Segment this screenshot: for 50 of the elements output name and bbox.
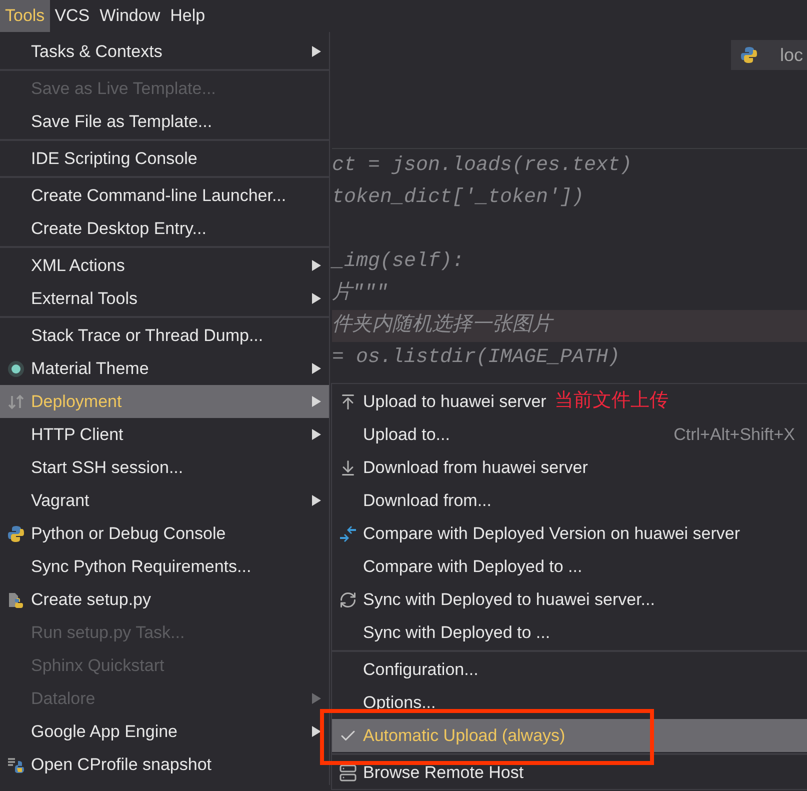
menu-bar-item[interactable]: Window xyxy=(94,0,166,32)
menu-item[interactable]: Download from... xyxy=(332,484,807,517)
menu-item[interactable]: Upload to huawei server 当前文件上传 xyxy=(332,385,807,418)
code-line: = os.listdir(IMAGE_PATH) xyxy=(332,345,620,371)
menu-item[interactable]: Python or Debug Console xyxy=(0,517,329,550)
menu-item[interactable]: Sync with Deployed to huawei server... xyxy=(332,583,807,616)
menu-item[interactable]: Google App Engine xyxy=(0,715,329,748)
menu-bar-item[interactable]: Help xyxy=(165,0,210,32)
menu-item[interactable]: Sync with Deployed to ... xyxy=(332,616,807,649)
compare-arrows-icon xyxy=(338,524,356,542)
up-down-arrows-icon xyxy=(6,392,24,410)
editor-tab[interactable]: loc xyxy=(730,40,807,70)
sync-icon xyxy=(338,590,356,608)
dot-icon xyxy=(6,360,24,378)
menu-item[interactable]: XML Actions xyxy=(0,249,329,282)
menu-item[interactable]: Stack Trace or Thread Dump... xyxy=(0,319,329,352)
menu-item[interactable]: Create Desktop Entry... xyxy=(0,212,329,245)
menu-item[interactable]: Create setup.py xyxy=(0,583,329,616)
menu-item[interactable]: Save File as Template... xyxy=(0,105,329,138)
menu-item[interactable]: Configuration... xyxy=(332,653,807,686)
menu-item[interactable]: IDE Scripting Console xyxy=(0,142,329,175)
menu-item[interactable]: Open CProfile snapshot xyxy=(0,748,329,781)
python-icon xyxy=(740,46,758,64)
menu-item[interactable]: Vagrant xyxy=(0,484,329,517)
python-icon xyxy=(6,524,24,542)
menu-item[interactable]: Options... xyxy=(332,686,807,719)
code-line: 片""" xyxy=(332,280,388,307)
shortcut-label: Ctrl+Alt+Shift+X xyxy=(674,424,795,446)
file-python-icon xyxy=(6,590,24,608)
code-line: 件夹内随机选择一张图片 xyxy=(332,312,552,339)
menu-item[interactable]: Download from huawei server xyxy=(332,451,807,484)
menu-item[interactable]: Tasks & Contexts xyxy=(0,35,329,68)
menu-item[interactable]: Sync Python Requirements... xyxy=(0,550,329,583)
menu-item[interactable]: Start SSH session... xyxy=(0,451,329,484)
menu-item[interactable]: Upload to... Ctrl+Alt+Shift+X xyxy=(332,418,807,451)
server-icon xyxy=(338,764,356,782)
menu-bar-item[interactable]: VCS xyxy=(50,0,95,32)
menu-item[interactable]: Compare with Deployed Version on huawei server xyxy=(332,517,807,550)
code-line: _img(self): xyxy=(332,249,464,275)
menu-item[interactable]: HTTP Client xyxy=(0,418,329,451)
profile-python-icon xyxy=(6,756,24,774)
code-line: token_dict['_token']) xyxy=(332,185,584,211)
menu-item[interactable]: Browse Remote Host xyxy=(332,756,807,789)
annotation-note: 当前文件上传 xyxy=(554,389,668,414)
menu-item[interactable]: External Tools xyxy=(0,282,329,315)
code-line: ct = json.loads(res.text) xyxy=(332,153,632,179)
menu-item[interactable]: Compare with Deployed to ... xyxy=(332,550,807,583)
menu-bar-item[interactable]: Tools xyxy=(0,0,50,32)
menu-item[interactable]: Material Theme xyxy=(0,352,329,385)
menu-item[interactable]: Create Command-line Launcher... xyxy=(0,179,329,212)
